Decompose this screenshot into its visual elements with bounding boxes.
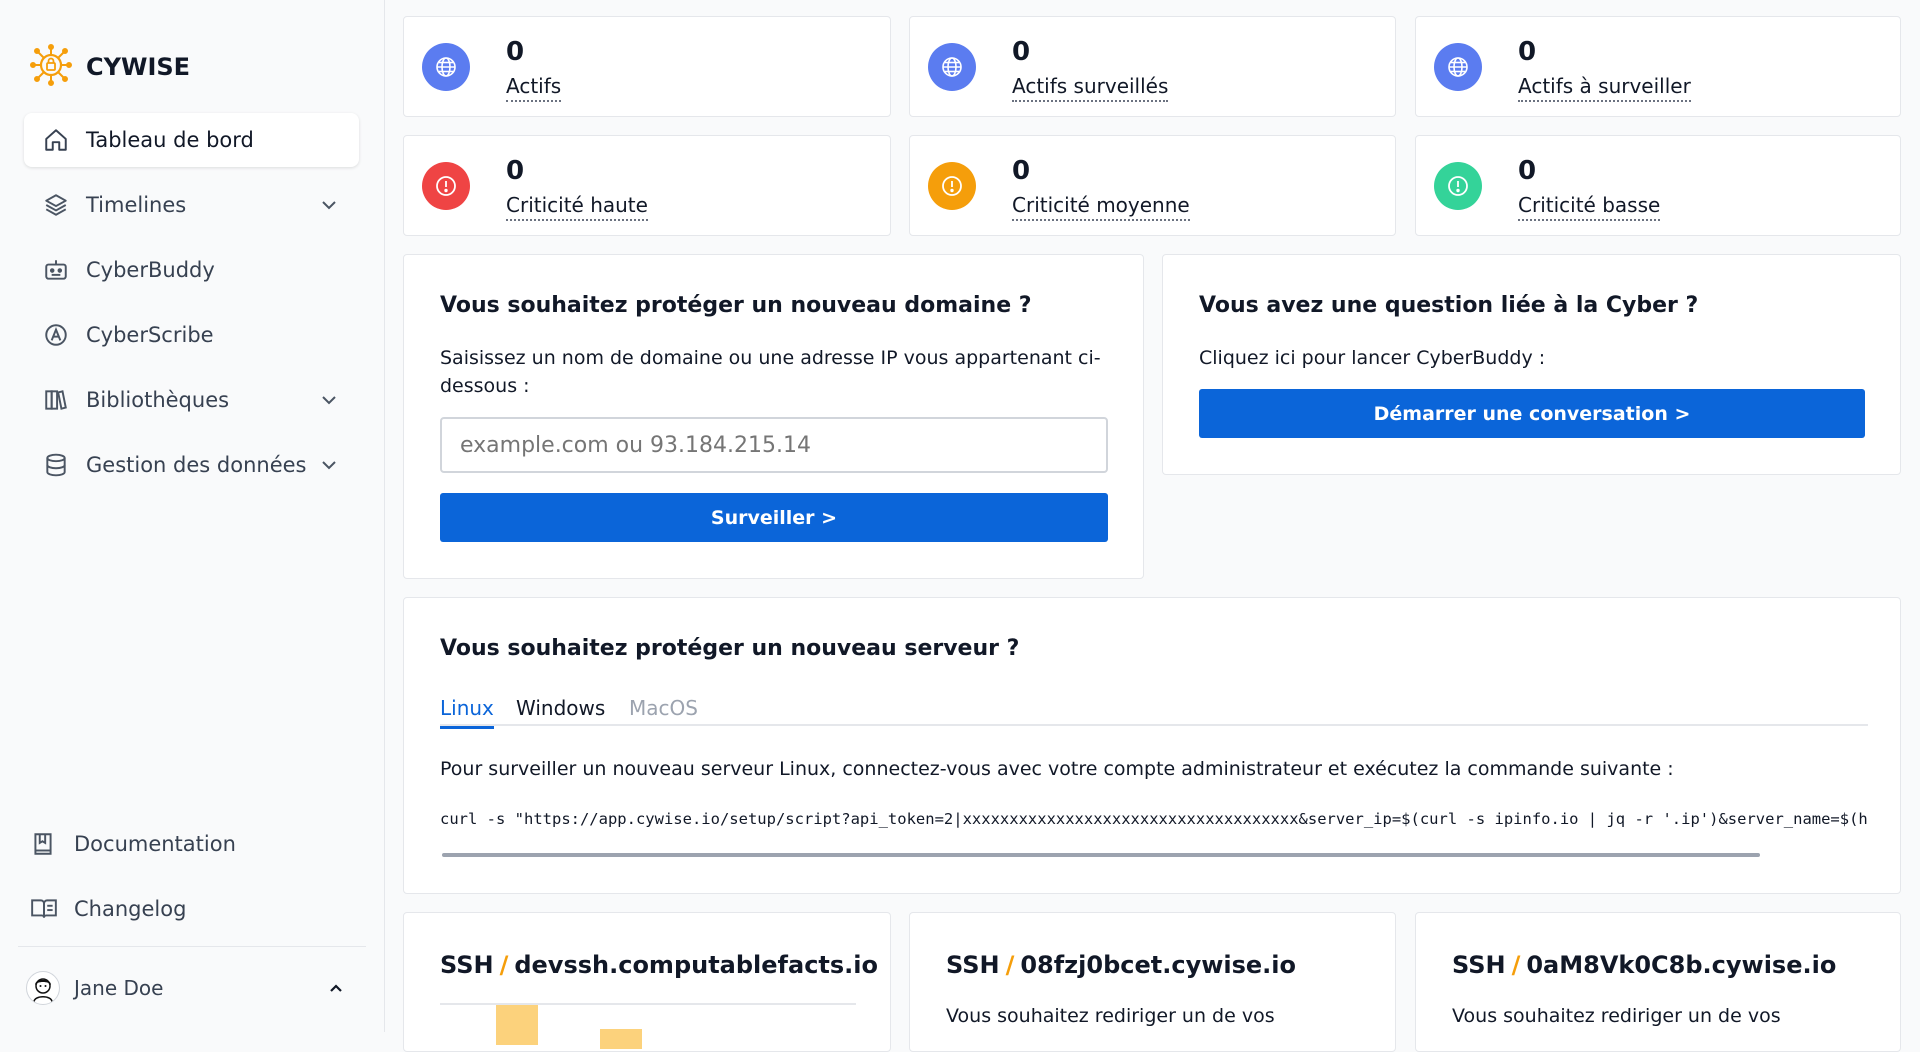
alert-circle-icon (1434, 162, 1482, 210)
database-icon (42, 451, 70, 479)
nav-item-label: Timelines (86, 193, 187, 217)
user-name: Jane Doe (74, 976, 164, 1000)
alert-circle-icon (928, 162, 976, 210)
ssh-title: SSH / devssh.computablefacts.io (440, 951, 879, 979)
chevron-down-icon[interactable] (319, 455, 339, 480)
stat-value: 0 (1012, 37, 1031, 67)
nav-item-bibliotheques[interactable]: Bibliothèques (24, 373, 359, 427)
nav-item-label: Tableau de bord (86, 128, 254, 152)
nav-item-label: CyberBuddy (86, 258, 215, 282)
stat-value: 0 (1518, 37, 1537, 67)
layers-icon (42, 191, 70, 219)
ssh-protocol: SSH (946, 951, 1000, 979)
nav-item-label: Gestion des données (86, 453, 307, 477)
stat-card-actifs-a-surveiller[interactable]: 0 Actifs à surveiller (1415, 16, 1901, 117)
ssh-protocol: SSH (440, 951, 494, 979)
nav-item-label: CyberScribe (86, 323, 214, 347)
chart-bar (496, 1005, 538, 1045)
domain-title: Vous souhaitez protéger un nouveau domai… (440, 293, 1032, 318)
stat-value: 0 (1518, 156, 1537, 186)
nav-item-changelog[interactable]: Changelog (30, 895, 186, 923)
stat-label: Criticité basse (1518, 191, 1661, 221)
nav-item-timelines[interactable]: Timelines (24, 178, 359, 232)
cyber-card: Vous avez une question liée à la Cyber ?… (1162, 254, 1901, 475)
stat-label: Actifs (506, 72, 562, 102)
ssh-text: Vous souhaitez rediriger un de vos (946, 1005, 1275, 1027)
ssh-title: SSH/0aM8Vk0C8b.cywise.io (1452, 951, 1837, 979)
brand[interactable]: CYWISE (30, 44, 190, 90)
stat-label: Actifs à surveiller (1518, 72, 1691, 102)
surveiller-button[interactable]: Surveiller > (440, 493, 1108, 542)
book-icon (30, 830, 58, 858)
setup-command[interactable]: curl -s "https://app.cywise.io/setup/scr… (440, 810, 1868, 828)
home-icon (42, 126, 70, 154)
ssh-card: SSH/0aM8Vk0C8b.cywise.io Vous souhaitez … (1415, 912, 1901, 1052)
domain-card: Vous souhaitez protéger un nouveau domai… (403, 254, 1144, 579)
ssh-host: devssh.computablefacts.io (514, 951, 879, 979)
server-title: Vous souhaitez protéger un nouveau serve… (440, 636, 1020, 661)
ssh-card: SSH / devssh.computablefacts.io (403, 912, 891, 1052)
nav-item-gestion-des-donnees[interactable]: Gestion des données (24, 438, 359, 492)
domain-text: Saisissez un nom de domaine ou une adres… (440, 347, 1101, 397)
tab-macos[interactable]: MacOS (629, 696, 698, 726)
cywise-logo-icon (30, 44, 72, 90)
globe-icon (422, 43, 470, 91)
nav-item-label: Documentation (74, 832, 236, 856)
ssh-protocol: SSH (1452, 951, 1506, 979)
cyber-text: Cliquez ici pour lancer CyberBuddy : (1199, 347, 1546, 369)
brand-name: CYWISE (86, 53, 191, 81)
nav-item-cyberbuddy[interactable]: CyberBuddy (24, 243, 359, 297)
ssh-host: 08fzj0bcet.cywise.io (1020, 951, 1297, 979)
nav-item-cyberscribe[interactable]: CyberScribe (24, 308, 359, 362)
ssh-host: 0aM8Vk0C8b.cywise.io (1526, 951, 1837, 979)
domain-input[interactable] (440, 417, 1108, 473)
ssh-text: Vous souhaitez rediriger un de vos (1452, 1005, 1781, 1027)
start-conversation-button[interactable]: Démarrer une conversation > (1199, 389, 1865, 438)
user-menu[interactable]: Jane Doe (26, 966, 356, 1010)
nav-item-label: Bibliothèques (86, 388, 230, 412)
os-tabs: Linux Windows MacOS (440, 696, 1868, 729)
stat-card-criticite-moyenne[interactable]: 0 Criticité moyenne (909, 135, 1396, 236)
nav-item-tableau-de-bord[interactable]: Tableau de bord (24, 113, 359, 167)
stat-card-criticite-haute[interactable]: 0 Criticité haute (403, 135, 891, 236)
server-text: Pour surveiller un nouveau serveur Linux… (440, 758, 1674, 780)
globe-icon (928, 43, 976, 91)
tab-windows[interactable]: Windows (516, 696, 605, 726)
stat-card-criticite-basse[interactable]: 0 Criticité basse (1415, 135, 1901, 236)
chart-bar (600, 1029, 642, 1049)
stat-card-actifs[interactable]: 0 Actifs (403, 16, 891, 117)
stat-label: Actifs surveillés (1012, 72, 1169, 102)
bot-icon (42, 256, 70, 284)
globe-icon (1434, 43, 1482, 91)
chevron-down-icon[interactable] (319, 195, 339, 220)
chevron-up-icon[interactable] (326, 978, 346, 1003)
cyber-title: Vous avez une question liée à la Cyber ? (1199, 293, 1699, 318)
horizontal-scrollbar[interactable] (442, 853, 1760, 857)
stat-label: Criticité moyenne (1012, 191, 1190, 221)
tab-linux[interactable]: Linux (440, 696, 494, 729)
library-icon (42, 386, 70, 414)
sidebar-divider (18, 946, 366, 947)
chevron-down-icon[interactable] (319, 390, 339, 415)
nav-item-documentation[interactable]: Documentation (30, 830, 236, 858)
ssh-title: SSH/08fzj0bcet.cywise.io (946, 951, 1297, 979)
sidebar: CYWISE Tableau de bord Timelines CyberBu… (0, 0, 385, 1032)
book-open-icon (30, 895, 58, 923)
stat-card-actifs-surveilles[interactable]: 0 Actifs surveillés (909, 16, 1396, 117)
stat-label: Criticité haute (506, 191, 648, 221)
avatar (26, 971, 60, 1005)
nav-item-label: Changelog (74, 897, 187, 921)
stat-value: 0 (506, 37, 525, 67)
a-circle-icon (42, 321, 70, 349)
stat-value: 0 (506, 156, 525, 186)
ssh-card: SSH/08fzj0bcet.cywise.io Vous souhaitez … (909, 912, 1396, 1052)
server-card: Vous souhaitez protéger un nouveau serve… (403, 597, 1901, 894)
alert-circle-icon (422, 162, 470, 210)
stat-value: 0 (1012, 156, 1031, 186)
